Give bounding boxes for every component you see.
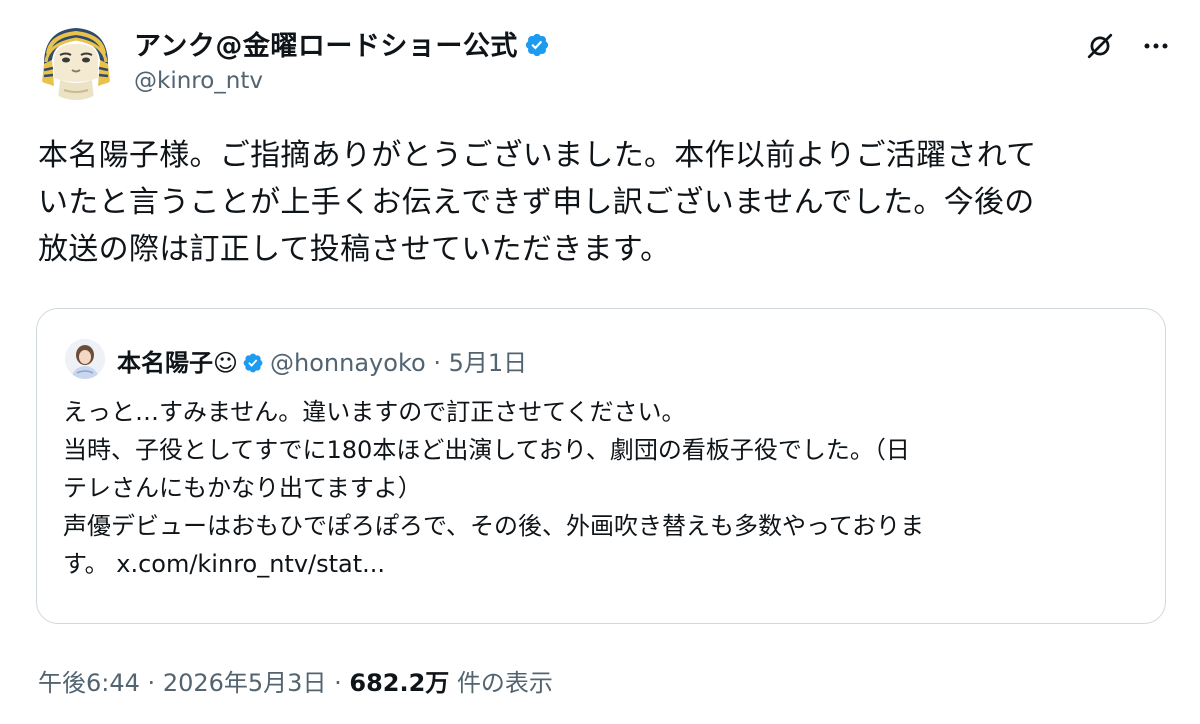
quote-author-name[interactable]: 本名陽子☺: [117, 349, 238, 377]
author-handle[interactable]: @kinro_ntv: [134, 68, 263, 94]
author-display-name: アンク@金曜ロードショー公式: [134, 31, 518, 62]
meta-separator: ·: [334, 669, 342, 697]
verified-badge-icon: [243, 353, 263, 373]
quote-text: えっと…すみません。違いますので訂正させてください。 当時、子役としてすでに18…: [63, 393, 1143, 583]
tweet-text: 本名陽子様。ご指摘ありがとうございました。本作以前よりご活躍されて いたと言うこ…: [38, 138, 1037, 267]
more-options-button[interactable]: [1136, 26, 1176, 66]
grok-icon: [1087, 33, 1113, 59]
quote-author-handle[interactable]: @honnayoko: [270, 349, 426, 377]
pharaoh-mascot-icon: [42, 28, 110, 100]
more-options-icon: [1144, 43, 1168, 49]
tweet-meta: 午後6:44 · 2026年5月3日 · 682.2万 件の表示: [38, 663, 553, 698]
verified-badge-icon: [525, 33, 549, 57]
post-date[interactable]: 2026年5月3日: [163, 669, 327, 697]
quote-header: 本名陽子☺ @honnayoko · 5月1日: [117, 343, 527, 378]
views-count[interactable]: 682.2万: [349, 669, 449, 697]
tweet-card: アンク@金曜ロードショー公式 @kinro_ntv 本名陽子様。ご指摘ありがとう…: [0, 0, 1200, 724]
views-label: 件の表示: [456, 669, 553, 697]
meta-separator: ·: [147, 669, 156, 697]
quoted-tweet[interactable]: 本名陽子☺ @honnayoko · 5月1日 えっと…すみません。違いますので…: [36, 308, 1166, 624]
quote-separator: ·: [433, 349, 441, 377]
author-name[interactable]: アンク@金曜ロードショー公式: [134, 24, 550, 63]
quote-author-avatar[interactable]: [65, 339, 105, 379]
post-time[interactable]: 午後6:44: [38, 669, 140, 697]
quote-date[interactable]: 5月1日: [449, 349, 528, 377]
grok-button[interactable]: [1080, 26, 1120, 66]
person-avatar-icon: [65, 339, 105, 379]
quote-link[interactable]: x.com/kinro_ntv/stat...: [116, 550, 385, 578]
author-avatar[interactable]: [36, 20, 116, 100]
